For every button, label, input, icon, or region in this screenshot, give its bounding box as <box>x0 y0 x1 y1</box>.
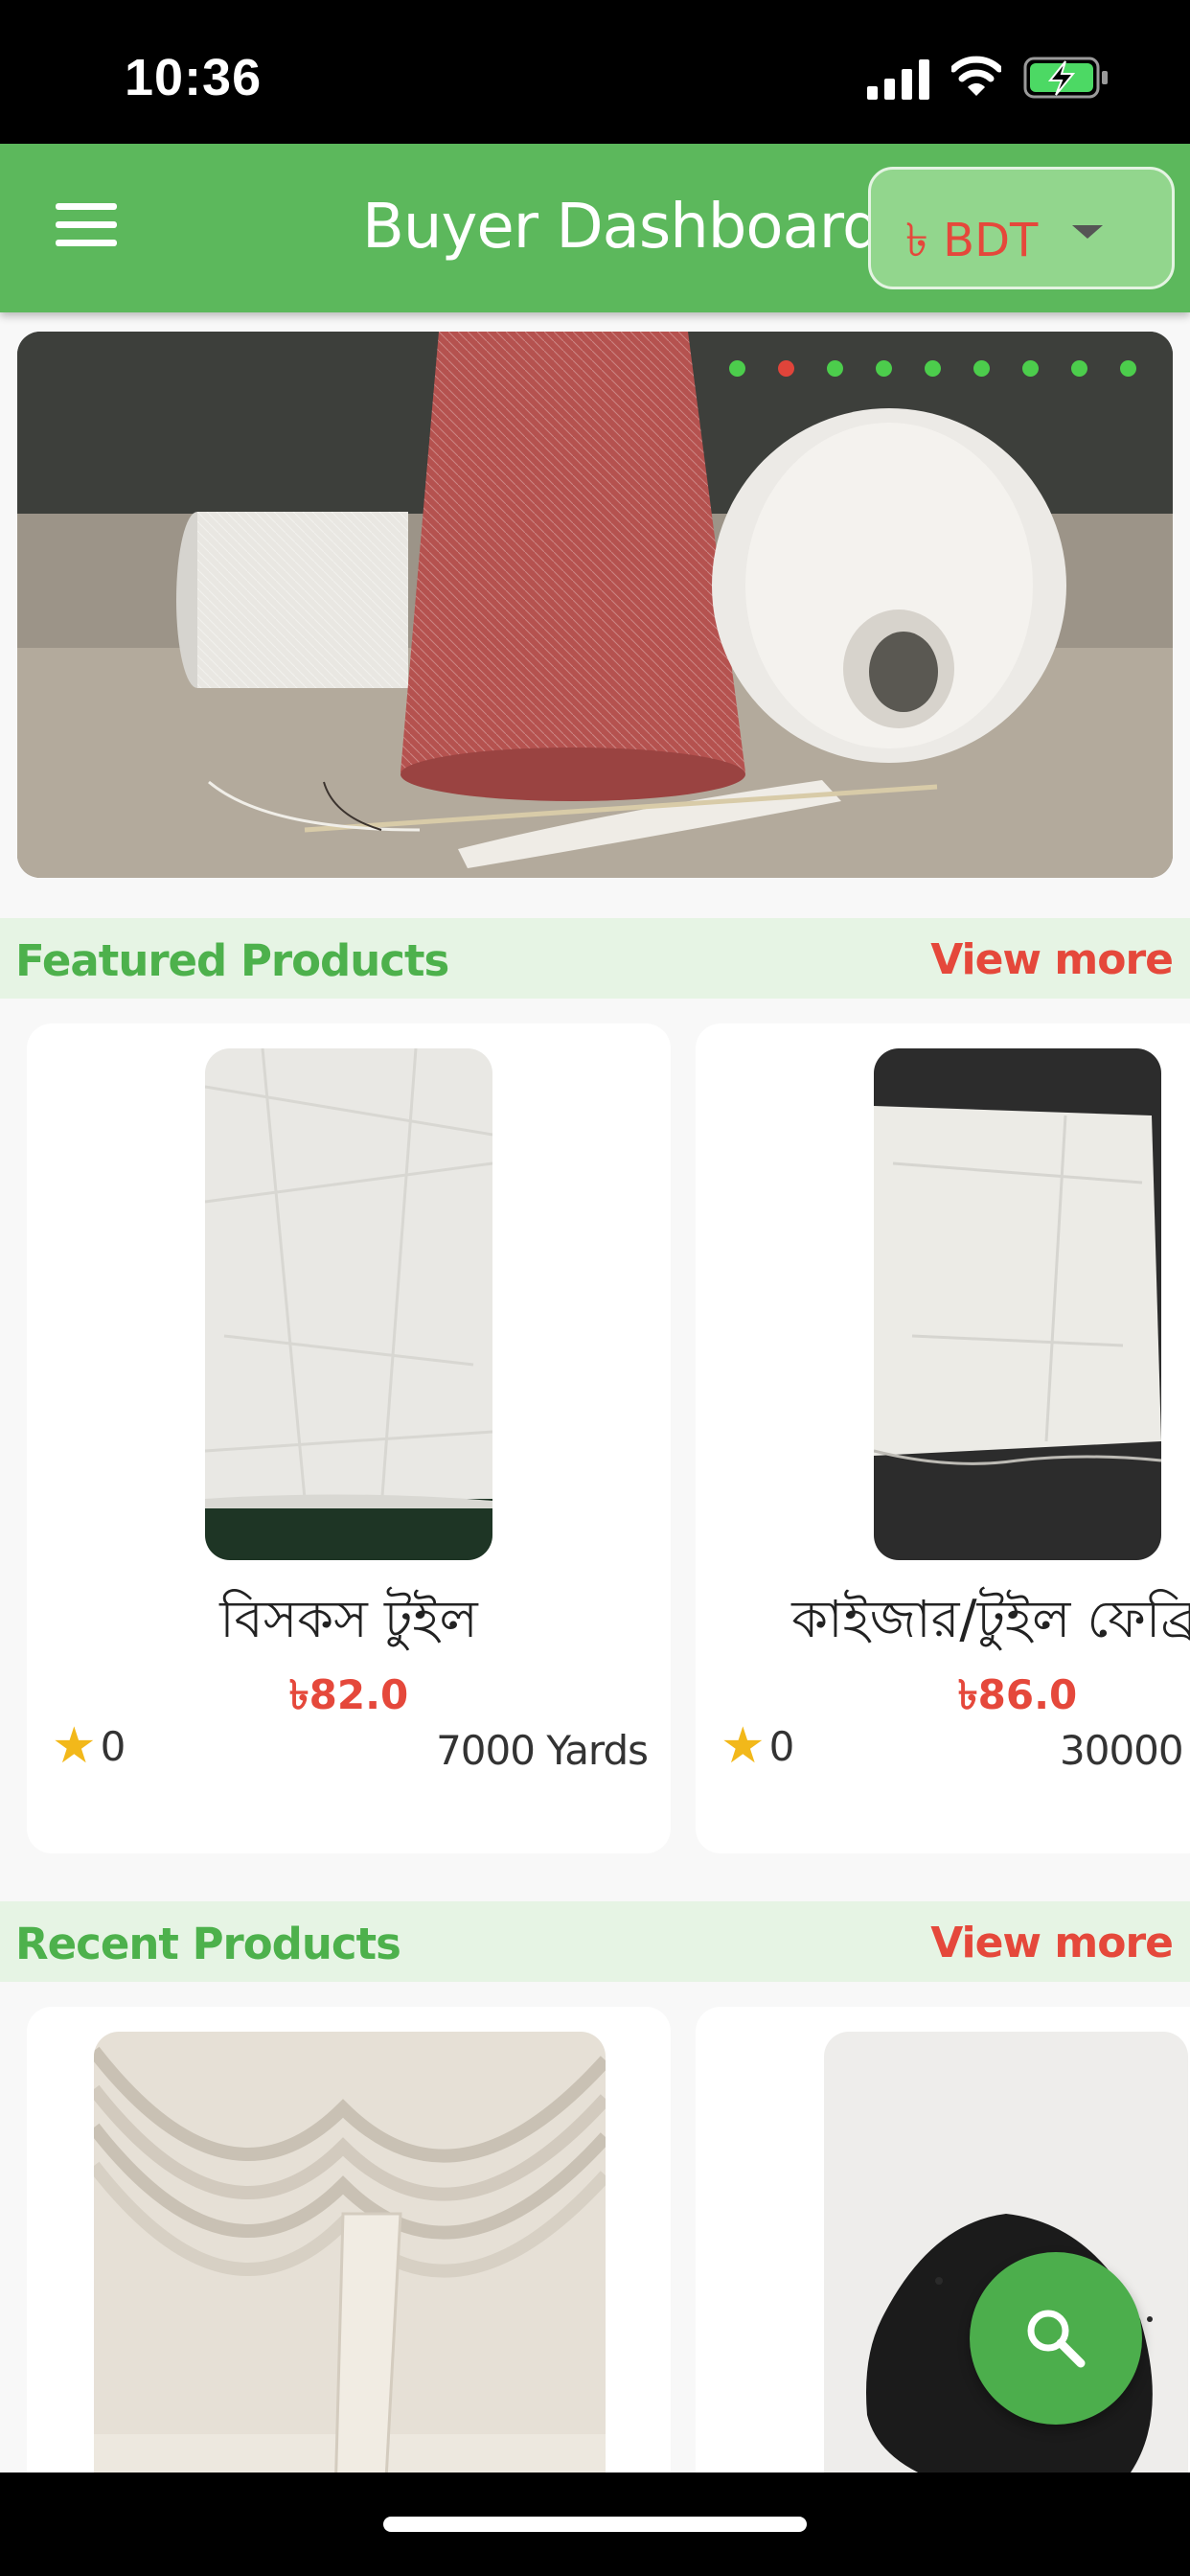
carousel-dot[interactable] <box>1022 360 1039 377</box>
carousel-dot[interactable] <box>729 360 745 377</box>
product-quantity: 30000 <box>1060 1727 1184 1774</box>
search-icon <box>1027 2310 1086 2368</box>
product-rating: ★ 0 <box>721 1721 794 1771</box>
banner-carousel[interactable] <box>17 332 1173 878</box>
screen: 10:36 Buyer Dashboard ৳ BDT Featured Pro… <box>0 0 1190 2576</box>
recent-title: Recent Products <box>15 1919 401 1969</box>
product-quantity: 7000 Yards <box>436 1727 649 1774</box>
star-icon: ★ <box>52 1717 97 1775</box>
product-card[interactable]: কাইজার/টুইল ফেব্রি ৳86.0 ★ 0 30000 <box>696 1024 1190 1853</box>
currency-value: ৳ BDT <box>905 214 1039 267</box>
banner-image <box>17 332 1173 878</box>
product-name: বিসকস টুইল <box>219 1589 478 1649</box>
menu-icon[interactable] <box>56 203 117 253</box>
page-title: Buyer Dashboard <box>362 192 881 263</box>
product-card[interactable]: বিসকস টুইল ৳82.0 ★ 0 7000 Yards <box>27 1024 671 1853</box>
featured-section-header: Featured Products View more <box>0 918 1190 999</box>
app-bar: Buyer Dashboard ৳ BDT <box>0 144 1190 312</box>
chevron-down-icon <box>1072 225 1103 239</box>
home-bar <box>0 2472 1190 2576</box>
battery-charging-icon <box>1023 57 1108 99</box>
carousel-dot[interactable] <box>1071 360 1087 377</box>
home-indicator[interactable] <box>383 2517 807 2532</box>
carousel-dot[interactable] <box>925 360 941 377</box>
carousel-indicator <box>729 360 1136 377</box>
carousel-dot-active[interactable] <box>778 360 794 377</box>
wifi-icon <box>951 56 1001 96</box>
product-rating: ★ 0 <box>52 1721 126 1771</box>
carousel-dot[interactable] <box>827 360 843 377</box>
product-name: কাইজার/টুইল ফেব্রি <box>791 1589 1190 1649</box>
rating-value: 0 <box>768 1722 795 1770</box>
product-image <box>874 1048 1161 1560</box>
star-icon: ★ <box>721 1717 766 1775</box>
signal-icon <box>867 59 929 100</box>
product-image <box>205 1048 492 1560</box>
status-time: 10:36 <box>125 49 263 106</box>
status-bar: 10:36 <box>0 0 1190 144</box>
recent-section-header: Recent Products View more <box>0 1901 1190 1982</box>
recent-view-more-link[interactable]: View more <box>930 1919 1174 1967</box>
carousel-dot[interactable] <box>876 360 892 377</box>
featured-view-more-link[interactable]: View more <box>930 935 1174 984</box>
currency-dropdown[interactable]: ৳ BDT <box>868 167 1175 289</box>
featured-title: Featured Products <box>15 935 449 986</box>
rating-value: 0 <box>100 1722 126 1770</box>
carousel-dot[interactable] <box>1120 360 1136 377</box>
carousel-dot[interactable] <box>973 360 990 377</box>
search-button[interactable] <box>970 2252 1142 2425</box>
